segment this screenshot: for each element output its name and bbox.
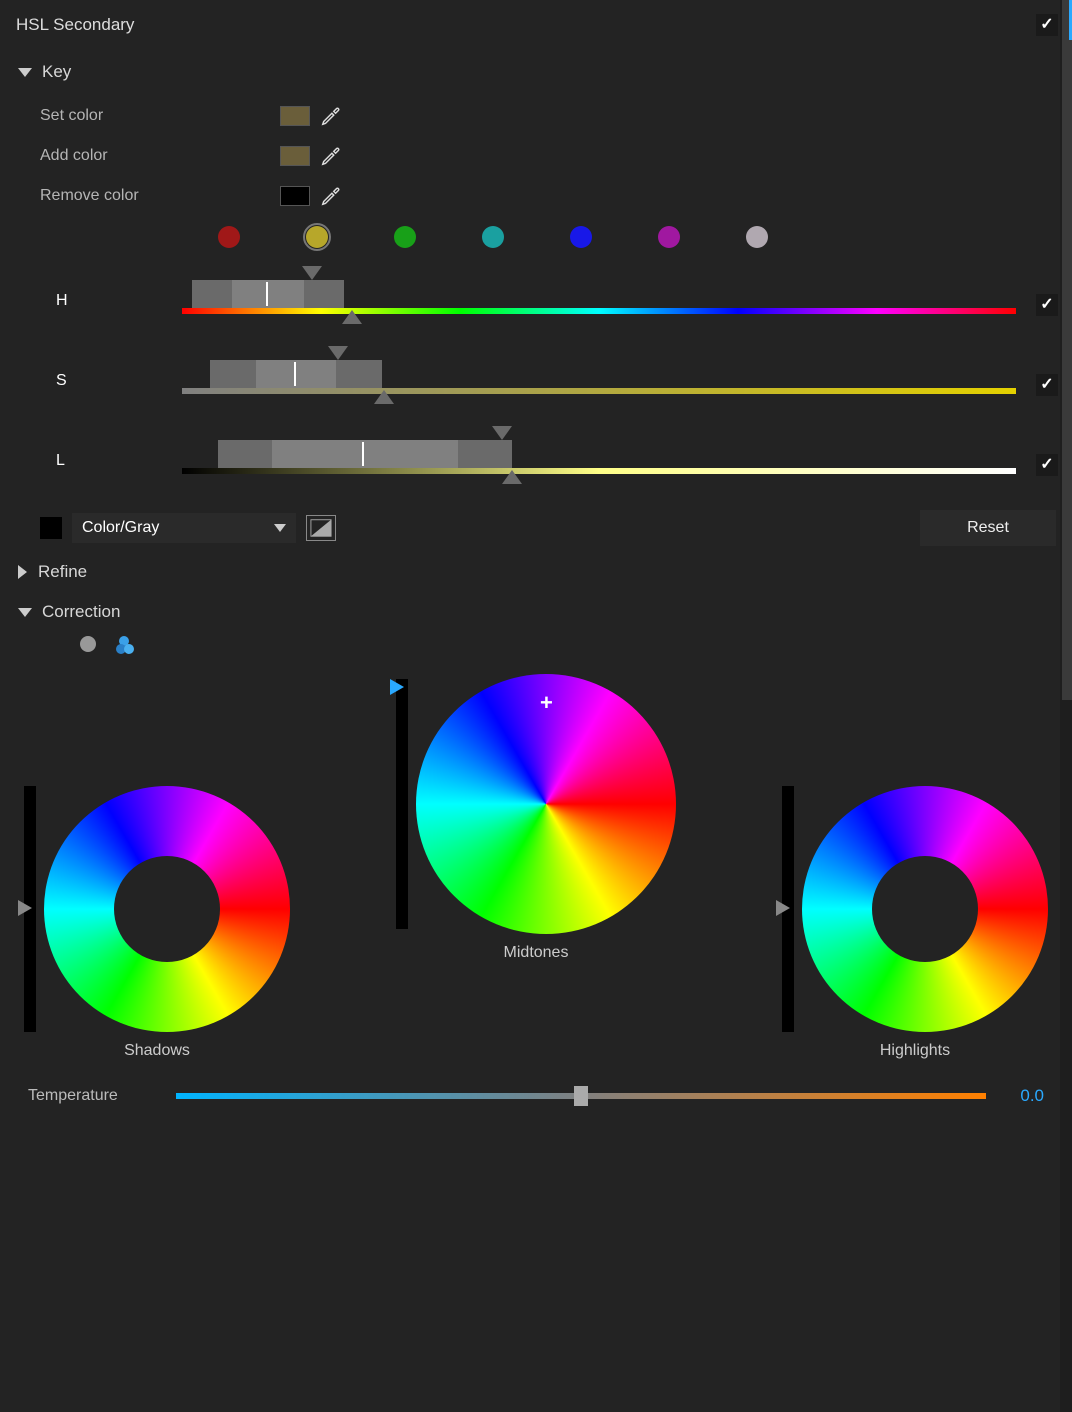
shadows-level-slider[interactable] <box>24 786 36 1032</box>
preset-red[interactable] <box>218 226 240 248</box>
sat-range-slider[interactable] <box>80 348 1016 404</box>
reset-label: Reset <box>967 519 1009 537</box>
lum-range-slider[interactable] <box>80 428 1016 484</box>
invert-mask-button[interactable] <box>306 515 336 541</box>
add-color-label: Add color <box>40 147 280 165</box>
temperature-handle[interactable] <box>574 1086 588 1106</box>
section-correction-header[interactable]: Correction <box>14 602 1058 622</box>
panel-title: HSL Secondary <box>14 15 134 35</box>
highlights-label: Highlights <box>880 1042 950 1060</box>
view-mode-value: Color/Gray <box>82 519 159 537</box>
midtones-level-slider[interactable] <box>396 679 408 929</box>
temperature-label: Temperature <box>28 1087 158 1105</box>
hue-range-label: H <box>40 292 80 324</box>
midtones-label: Midtones <box>504 944 569 962</box>
vertical-scrollbar[interactable] <box>1060 0 1072 1412</box>
preset-green[interactable] <box>394 226 416 248</box>
midtones-color-wheel[interactable]: + <box>416 674 676 934</box>
section-key-header[interactable]: Key <box>14 62 1058 82</box>
section-refine-header[interactable]: Refine <box>14 562 1058 582</box>
section-refine-title: Refine <box>38 562 87 582</box>
chevron-right-icon <box>18 565 27 579</box>
eyedropper-minus-icon[interactable] <box>320 185 342 207</box>
view-mask-checkbox[interactable] <box>40 517 62 539</box>
remove-color-swatch[interactable] <box>280 186 310 206</box>
panel-enable-checkbox[interactable] <box>1036 14 1058 36</box>
midtones-target-icon[interactable]: + <box>540 690 553 716</box>
lum-enable-checkbox[interactable] <box>1036 454 1058 476</box>
chevron-down-icon <box>18 608 32 617</box>
set-color-label: Set color <box>40 107 280 125</box>
highlights-color-wheel[interactable] <box>802 786 1048 1032</box>
eyedropper-icon[interactable] <box>320 105 342 127</box>
preset-cyan[interactable] <box>482 226 504 248</box>
remove-color-label: Remove color <box>40 187 280 205</box>
add-color-swatch[interactable] <box>280 146 310 166</box>
sat-enable-checkbox[interactable] <box>1036 374 1058 396</box>
temperature-slider[interactable] <box>176 1093 986 1099</box>
reset-button[interactable]: Reset <box>920 510 1056 546</box>
lum-range-label: L <box>40 452 80 484</box>
preset-white[interactable] <box>746 226 768 248</box>
section-correction-title: Correction <box>42 602 120 622</box>
hue-range-slider[interactable] <box>80 268 1016 324</box>
correction-mode-three-way[interactable] <box>116 636 136 654</box>
hue-enable-checkbox[interactable] <box>1036 294 1058 316</box>
correction-mode-single[interactable] <box>80 636 96 652</box>
chevron-down-icon <box>18 68 32 77</box>
highlights-level-slider[interactable] <box>782 786 794 1032</box>
temperature-value[interactable]: 0.0 <box>1004 1086 1044 1106</box>
preset-magenta[interactable] <box>658 226 680 248</box>
view-mode-dropdown[interactable]: Color/Gray <box>72 513 296 543</box>
scrollbar-thumb[interactable] <box>1062 0 1072 700</box>
shadows-label: Shadows <box>124 1042 190 1060</box>
chevron-down-icon <box>274 524 286 532</box>
preset-blue[interactable] <box>570 226 592 248</box>
eyedropper-plus-icon[interactable] <box>320 145 342 167</box>
sat-range-label: S <box>40 372 80 404</box>
color-preset-row <box>40 226 1058 248</box>
preset-yellow[interactable] <box>306 226 328 248</box>
shadows-color-wheel[interactable] <box>44 786 290 1032</box>
section-key-title: Key <box>42 62 71 82</box>
set-color-swatch[interactable] <box>280 106 310 126</box>
